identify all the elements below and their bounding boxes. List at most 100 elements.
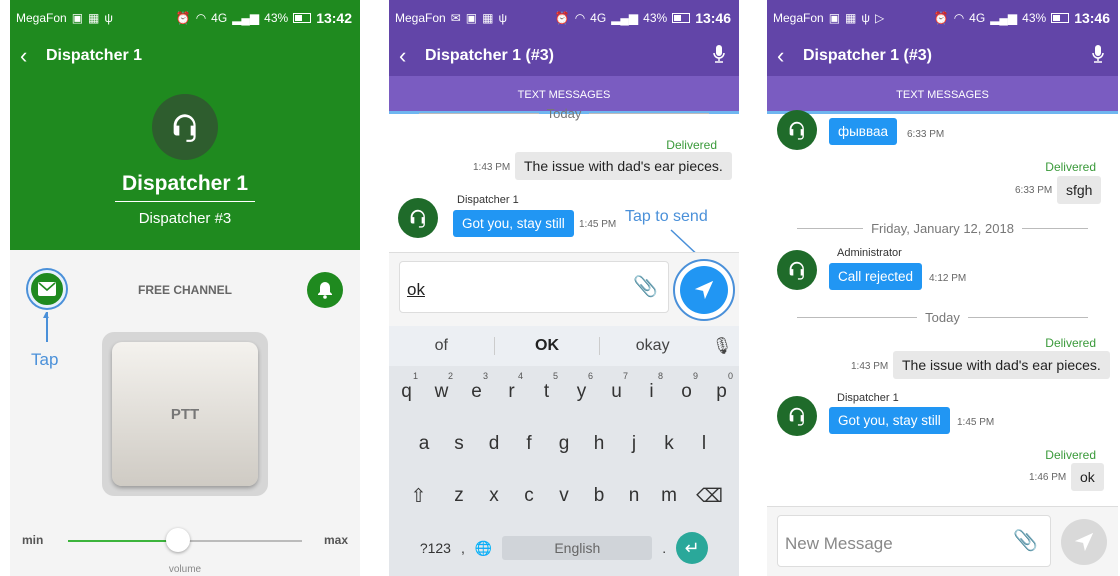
send-button[interactable] (1061, 519, 1107, 565)
key-letter: q (401, 381, 412, 402)
key-e[interactable]: e3 (459, 371, 494, 403)
key-f[interactable]: f (512, 433, 547, 455)
headset-avatar-icon (398, 198, 438, 238)
bell-icon (318, 282, 332, 299)
key-a[interactable]: a (407, 433, 442, 455)
back-arrow-icon[interactable]: ‹ (777, 43, 803, 69)
voice-input-icon[interactable]: 🎙 (705, 336, 739, 356)
key-number-hint: 8 (657, 371, 663, 381)
status-bar: MegaFon ▣ ▦ ψ ⏰ ◠ 4G ▂▄▆ 43% 13:42 (10, 0, 360, 36)
key-b[interactable]: b (582, 485, 617, 507)
volume-thumb[interactable] (165, 528, 190, 552)
incoming-message: Call rejected (829, 263, 923, 290)
key-u[interactable]: u7 (599, 371, 634, 403)
back-arrow-icon[interactable]: ‹ (399, 43, 425, 69)
attachment-icon[interactable]: 📎 (633, 274, 658, 299)
space-key[interactable]: English (502, 536, 653, 560)
message-input[interactable]: ok 📎 (399, 261, 669, 313)
key-q[interactable]: q1 (389, 371, 424, 403)
key-l[interactable]: l (687, 433, 722, 455)
clock: 13:46 (1074, 10, 1110, 26)
key-d[interactable]: d (477, 433, 512, 455)
globe-key-icon[interactable]: 🌐 (475, 540, 492, 557)
key-number-hint: 7 (622, 371, 628, 381)
key-o[interactable]: o9 (669, 371, 704, 403)
microphone-icon[interactable] (1088, 44, 1108, 69)
battery-percent: 43% (1022, 11, 1047, 25)
tap-to-send-annotation: Tap to send (625, 208, 708, 225)
send-button[interactable] (680, 266, 728, 314)
key-w[interactable]: w2 (424, 371, 459, 403)
key-x[interactable]: x (477, 485, 512, 507)
day-separator: Today (767, 310, 1118, 325)
contact-header: Dispatcher 1 Dispatcher #3 (10, 76, 360, 250)
enter-key-icon[interactable]: ↵ (676, 532, 709, 564)
ptt-controls: FREE CHANNEL ▲ Tap PTT min max volume (10, 250, 360, 576)
key-j[interactable]: j (617, 433, 652, 455)
key-c[interactable]: c (512, 485, 547, 507)
app-bar: ‹ Dispatcher 1 (#3) (389, 36, 739, 76)
symbols-key[interactable]: ?123 (420, 540, 451, 556)
message-time: 1:46 PM (1029, 472, 1067, 483)
suggestion-2[interactable]: OK (493, 337, 601, 355)
key-z[interactable]: z (442, 485, 477, 507)
page-title: Dispatcher 1 (46, 47, 143, 64)
key-s[interactable]: s (442, 433, 477, 455)
tab-text-messages[interactable]: TEXT MESSAGES (767, 76, 1118, 114)
clock: 13:42 (316, 10, 352, 26)
network-type: 4G (590, 11, 607, 25)
key-row-4: ?123 , 🌐 English . ↵ (389, 522, 739, 574)
annotation-line (46, 312, 48, 342)
suggestion-3[interactable]: okay (600, 337, 705, 355)
phone-screen-history: MegaFon ▣ ▦ ψ ▷ ⏰ ◠ 4G ▂▄▆ 43% 13:46 ‹ Dispatcher… (767, 0, 1118, 576)
key-p[interactable]: p0 (704, 371, 739, 403)
message-time: 1:45 PM (957, 417, 995, 428)
incoming-message: фывваа (829, 118, 898, 145)
microphone-icon[interactable] (709, 44, 729, 69)
key-letter: t (543, 381, 550, 402)
carrier-label: MegaFon (16, 11, 67, 25)
headset-avatar-icon (152, 94, 218, 160)
contact-subtitle: Dispatcher #3 (138, 210, 232, 227)
key-row-3-letters: zxcvbnm (442, 485, 687, 507)
key-i[interactable]: i8 (634, 371, 669, 403)
image-notification-icon: ▣ (828, 11, 841, 25)
wifi-icon: ◠ (953, 11, 965, 25)
alert-button[interactable] (307, 272, 343, 308)
key-k[interactable]: k (652, 433, 687, 455)
usb-icon: ψ (861, 11, 870, 25)
alarm-icon: ⏰ (933, 11, 949, 25)
status-bar: MegaFon ▣ ▦ ψ ▷ ⏰ ◠ 4G ▂▄▆ 43% 13:46 (767, 0, 1118, 36)
key-g[interactable]: g (547, 433, 582, 455)
comma-key[interactable]: , (461, 540, 465, 556)
carrier-label: MegaFon (395, 11, 446, 25)
back-arrow-icon[interactable]: ‹ (20, 43, 46, 69)
attachment-icon[interactable]: 📎 (1013, 528, 1038, 553)
key-r[interactable]: r4 (494, 371, 529, 403)
send-icon (1074, 532, 1094, 552)
send-icon (694, 280, 714, 300)
shift-key-icon[interactable]: ⇧ (396, 485, 442, 508)
outgoing-message: The issue with dad's ear pieces. (893, 351, 1110, 379)
key-row-3: ⇧ zxcvbnm ⌫ (389, 470, 739, 522)
app-notification-icon: ▦ (845, 11, 857, 25)
message-time: 1:43 PM (851, 361, 889, 372)
key-t[interactable]: t5 (529, 371, 564, 403)
key-h[interactable]: h (582, 433, 617, 455)
incoming-message: Got you, stay still (453, 210, 574, 237)
key-letter: u (611, 381, 622, 402)
key-number-hint: 3 (482, 371, 488, 381)
key-m[interactable]: m (652, 485, 687, 507)
key-v[interactable]: v (547, 485, 582, 507)
message-input[interactable]: New Message 📎 (777, 515, 1051, 567)
message-time: 6:33 PM (1015, 185, 1053, 196)
suggestion-1[interactable]: of (389, 337, 494, 355)
ptt-button[interactable]: PTT (112, 342, 258, 486)
key-n[interactable]: n (617, 485, 652, 507)
key-y[interactable]: y6 (564, 371, 599, 403)
day-label: Today (925, 310, 960, 325)
incoming-message: Got you, stay still (829, 407, 950, 434)
backspace-key-icon[interactable]: ⌫ (687, 485, 733, 508)
volume-fill (68, 540, 178, 542)
period-key[interactable]: . (662, 540, 666, 556)
